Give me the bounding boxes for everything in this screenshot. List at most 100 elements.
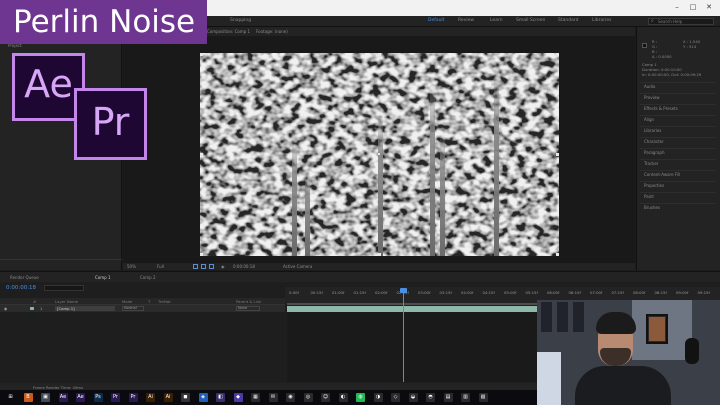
workspace-learn[interactable]: Learn — [490, 18, 503, 23]
panel-audio[interactable]: Audio — [640, 82, 716, 90]
panel-properties[interactable]: Properties — [640, 181, 716, 189]
timeline-search-input[interactable] — [44, 285, 84, 291]
taskbar-app-icon[interactable]: ⊞ — [6, 393, 15, 402]
header-index: # — [33, 299, 37, 304]
workspace-libraries[interactable]: Libraries — [592, 18, 611, 23]
layer-row[interactable]: ◉ 1 [Comp 1] Normal None — [0, 305, 285, 312]
taskbar-app-icon[interactable]: ▥ — [461, 393, 470, 402]
layer-parent-select[interactable]: None — [236, 306, 260, 311]
taskbar-app-icon[interactable]: ◑ — [373, 393, 383, 402]
transform-handle[interactable] — [200, 153, 203, 156]
ruler-tick-label: 01:15f — [353, 290, 366, 295]
current-time[interactable]: 0:00:00:18 — [233, 264, 255, 269]
panel-character[interactable]: Character — [640, 137, 716, 145]
taskbar-app-icon[interactable]: ▧ — [478, 393, 488, 402]
transform-handle[interactable] — [200, 253, 203, 256]
tab-render-queue[interactable]: Render Queue — [10, 275, 39, 280]
acoustic-panel — [541, 302, 552, 332]
active-camera-select[interactable]: Active Camera — [283, 264, 312, 269]
panel-libraries[interactable]: Libraries — [640, 126, 716, 134]
maximize-button[interactable]: □ — [688, 3, 698, 11]
ruler-tick-label: 09:15f — [697, 290, 710, 295]
taskbar-app-icon[interactable]: ◆ — [233, 393, 243, 402]
composition-viewer[interactable] — [200, 53, 559, 256]
layer-name[interactable]: [Comp 1] — [55, 306, 115, 311]
panel-preview[interactable]: Preview — [640, 93, 716, 101]
taskbar-app-icon[interactable]: ◎ — [303, 393, 313, 402]
search-help-input[interactable]: ⌕ Search Help — [648, 18, 714, 25]
premiere-pro-logo: Pr — [74, 88, 147, 160]
transform-handle[interactable] — [556, 253, 559, 256]
workspace-review[interactable]: Review — [458, 18, 474, 23]
timeline-timecode[interactable]: 0:00:00:18 — [6, 285, 36, 291]
playhead-handle[interactable] — [400, 288, 407, 293]
panel-effects-presets[interactable]: Effects & Presets — [640, 104, 716, 112]
anchor-point[interactable] — [378, 153, 380, 155]
ruler-tick-label: 07:00f — [590, 290, 603, 295]
transform-handle[interactable] — [378, 253, 381, 256]
layer-color-label[interactable] — [30, 307, 34, 310]
zoom-level[interactable]: 50% — [127, 264, 136, 269]
tab-composition[interactable]: Composition: Comp 1 — [207, 29, 250, 34]
layer-index: 1 — [40, 306, 43, 311]
transform-handle[interactable] — [556, 153, 559, 156]
region-toggle-icon[interactable] — [209, 264, 214, 269]
ruler-tick-label: 0:00f — [289, 290, 299, 295]
taskbar-app-icon[interactable]: ◈ — [198, 393, 208, 402]
mask-toggle-icon[interactable] — [201, 264, 206, 269]
taskbar-app-icon[interactable]: ◐ — [338, 393, 348, 402]
close-button[interactable]: ✕ — [704, 3, 714, 11]
panel-paragraph[interactable]: Paragraph — [640, 148, 716, 156]
panel-content-aware-fill[interactable]: Content-Aware Fill — [640, 170, 716, 178]
workspace-small-screen[interactable]: Small Screen — [516, 18, 545, 23]
taskbar-app-icon[interactable]: Ae — [76, 393, 85, 402]
camera-icon[interactable]: ◉ — [221, 264, 225, 269]
taskbar-app-icon[interactable]: ◍ — [356, 393, 365, 402]
panel-paint[interactable]: Paint — [640, 192, 716, 200]
tab-comp-2[interactable]: Comp 2 — [140, 275, 156, 280]
taskbar-app-icon[interactable]: B — [23, 393, 33, 402]
info-panel: R : G : B : A : 0.0000 X : 1.540 Y : 514… — [636, 27, 720, 270]
workspace-standard[interactable]: Standard — [558, 18, 578, 23]
ruler-tick-label: 08:15f — [654, 290, 667, 295]
taskbar-app-icon[interactable]: ▣ — [41, 393, 50, 402]
panel-tracker[interactable]: Tracker — [640, 159, 716, 167]
taskbar-app-icon[interactable]: Ai — [163, 393, 173, 402]
taskbar-app-icon[interactable]: ▦ — [251, 393, 260, 402]
layer-mode-select[interactable]: Normal — [122, 306, 144, 311]
header-mode: Mode — [122, 299, 133, 304]
taskbar-app-icon[interactable]: Pr — [128, 393, 138, 402]
taskbar-app-icon[interactable]: Ps — [93, 393, 103, 402]
taskbar-app-icon[interactable]: ◧ — [216, 393, 225, 402]
snapping-toggle[interactable]: Snapping — [230, 18, 251, 23]
transform-handle[interactable] — [556, 53, 559, 56]
visibility-eye-icon[interactable]: ◉ — [4, 306, 7, 311]
taskbar-app-icon[interactable]: ◒ — [408, 393, 418, 402]
taskbar-app-icon[interactable]: Pr — [111, 393, 120, 402]
grid-toggle-icon[interactable] — [193, 264, 198, 269]
ruler-tick-label: 05:00f — [504, 290, 517, 295]
minimize-button[interactable]: – — [672, 3, 682, 11]
taskbar-app-icon[interactable]: Ai — [146, 393, 155, 402]
taskbar-app-icon[interactable]: ☺ — [321, 393, 330, 402]
resolution-select[interactable]: Full — [157, 264, 164, 269]
timeline-tabs: Render Queue Comp 1 Comp 2 — [0, 272, 720, 282]
taskbar-app-icon[interactable]: Ae — [58, 393, 68, 402]
panel-align[interactable]: Align — [640, 115, 716, 123]
taskbar-app-icon[interactable]: ◉ — [286, 393, 295, 402]
ruler-tick-label: 06:15f — [568, 290, 581, 295]
title-banner: Perlin Noise — [0, 0, 207, 44]
transform-handle[interactable] — [200, 53, 203, 56]
workspace-default[interactable]: Default — [428, 18, 444, 23]
tab-comp-1[interactable]: Comp 1 — [95, 275, 111, 280]
taskbar-app-icon[interactable]: ✉ — [268, 393, 278, 402]
taskbar-app-icon[interactable]: ◓ — [426, 393, 435, 402]
transform-handle[interactable] — [378, 53, 381, 56]
taskbar-app-icon[interactable]: ◼ — [181, 393, 190, 402]
taskbar-app-icon[interactable]: ◇ — [391, 393, 400, 402]
taskbar-app-icon[interactable]: ▤ — [443, 393, 453, 402]
ruler-tick-label: 01:00f — [332, 290, 345, 295]
person-hair — [596, 312, 636, 334]
tab-footage[interactable]: Footage: (none) — [256, 29, 288, 34]
panel-brushes[interactable]: Brushes — [640, 203, 716, 211]
